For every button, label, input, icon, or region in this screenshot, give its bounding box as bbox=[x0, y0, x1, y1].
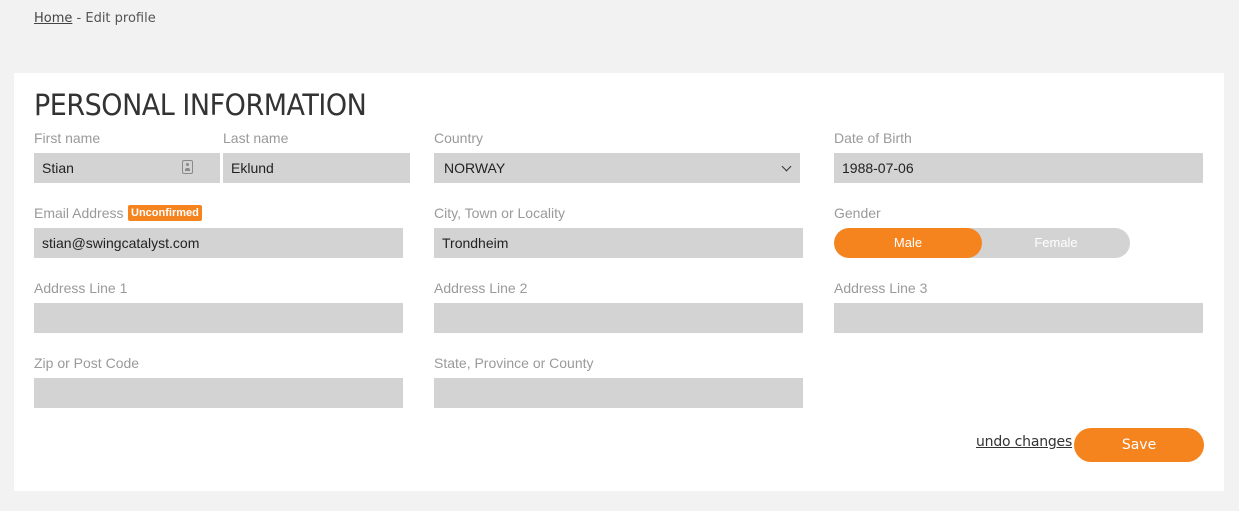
country-label: Country bbox=[434, 130, 484, 146]
personal-info-card: PERSONAL INFORMATION First name Last nam… bbox=[14, 73, 1224, 491]
breadcrumb: Home - Edit profile bbox=[34, 11, 156, 26]
country-select[interactable]: NORWAY bbox=[434, 153, 800, 183]
email-input[interactable] bbox=[34, 228, 403, 258]
state-input[interactable] bbox=[434, 378, 803, 408]
save-button[interactable]: Save bbox=[1074, 428, 1204, 462]
email-label: Email Address bbox=[34, 205, 124, 221]
address1-label: Address Line 1 bbox=[34, 280, 128, 296]
gender-option-male[interactable]: Male bbox=[834, 228, 982, 258]
unconfirmed-badge: Unconfirmed bbox=[128, 205, 202, 221]
country-selected-value: NORWAY bbox=[444, 160, 506, 176]
address2-input[interactable] bbox=[434, 303, 803, 333]
zip-input[interactable] bbox=[34, 378, 403, 408]
first-name-label: First name bbox=[34, 130, 101, 146]
last-name-label: Last name bbox=[223, 130, 289, 146]
address2-label: Address Line 2 bbox=[434, 280, 528, 296]
zip-label: Zip or Post Code bbox=[34, 355, 140, 371]
gender-option-female[interactable]: Female bbox=[982, 228, 1130, 258]
city-input[interactable] bbox=[434, 228, 803, 258]
address3-label: Address Line 3 bbox=[834, 280, 928, 296]
gender-label: Gender bbox=[834, 205, 881, 221]
contact-card-icon[interactable] bbox=[182, 160, 193, 174]
state-label: State, Province or County bbox=[434, 355, 594, 371]
page-title: PERSONAL INFORMATION bbox=[34, 88, 367, 122]
address1-input[interactable] bbox=[34, 303, 403, 333]
breadcrumb-separator: - bbox=[72, 11, 86, 26]
dob-label: Date of Birth bbox=[834, 130, 912, 146]
breadcrumb-current: Edit profile bbox=[85, 11, 156, 26]
city-label: City, Town or Locality bbox=[434, 205, 565, 221]
chevron-down-icon bbox=[781, 161, 792, 171]
breadcrumb-home-link[interactable]: Home bbox=[34, 11, 72, 26]
gender-toggle: Male Female bbox=[834, 228, 1130, 258]
page: Home - Edit profile PERSONAL INFORMATION… bbox=[0, 0, 1239, 511]
address3-input[interactable] bbox=[834, 303, 1203, 333]
undo-changes-link[interactable]: undo changes bbox=[976, 434, 1072, 450]
dob-input[interactable] bbox=[834, 153, 1203, 183]
last-name-input[interactable] bbox=[223, 153, 410, 183]
